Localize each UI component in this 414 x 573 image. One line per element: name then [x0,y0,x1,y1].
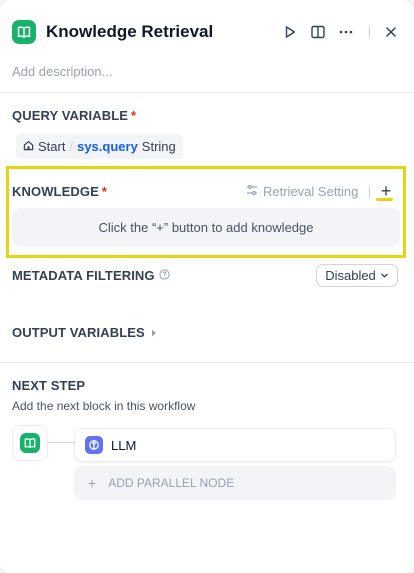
book-icon [20,433,40,453]
more-icon[interactable] [335,21,357,43]
next-step-label: NEXT STEP [12,378,86,393]
add-parallel-node-button[interactable]: + ADD PARALLEL NODE [74,466,396,500]
knowledge-separator [369,185,370,199]
required-mark: * [101,184,108,199]
metadata-filtering-value: Disabled [325,268,376,283]
settings-sliders-icon [246,184,258,199]
llm-icon [85,436,103,454]
retrieval-setting-label: Retrieval Setting [263,184,359,199]
chevron-down-icon [380,268,389,283]
divider [0,362,414,363]
connector-line [48,442,74,443]
add-parallel-node-label: ADD PARALLEL NODE [108,476,235,490]
next-node-llm[interactable]: LLM [74,428,396,462]
home-icon [23,139,34,154]
help-icon[interactable] [159,268,170,283]
add-button-highlight [376,198,393,201]
next-step-description: Add the next block in this workflow [12,399,196,413]
node-panel: Knowledge Retrieval Add description... Q… [0,0,414,573]
query-variable-label: QUERY VARIABLE * [12,108,136,123]
metadata-filtering-select[interactable]: Disabled [316,264,398,287]
query-variable-chip[interactable]: Start / sys.query String [16,134,183,159]
panel-header: Knowledge Retrieval [12,19,402,45]
var-name: sys.query [77,139,138,154]
plus-icon: + [88,475,97,491]
caret-right-icon [151,325,157,340]
var-separator: / [69,139,74,154]
header-separator [369,25,370,39]
metadata-filtering-label: METADATA FILTERING [12,268,170,283]
split-view-icon[interactable] [307,21,329,43]
var-source-node: Start [38,139,66,154]
metadata-filtering-label-text: METADATA FILTERING [12,268,155,283]
play-icon[interactable] [279,21,301,43]
node-title[interactable]: Knowledge Retrieval [46,22,213,42]
output-variables-toggle[interactable]: OUTPUT VARIABLES [12,325,157,340]
knowledge-label-text: KNOWLEDGE [12,184,99,199]
divider [0,92,414,93]
var-type: String [141,139,176,154]
knowledge-label: KNOWLEDGE * [12,184,107,199]
book-icon [12,20,36,44]
output-variables-label: OUTPUT VARIABLES [12,325,145,340]
header-actions [273,19,402,45]
description-input[interactable]: Add description... [12,64,112,79]
close-icon[interactable] [380,21,402,43]
next-node-name: LLM [111,437,137,453]
query-variable-label-text: QUERY VARIABLE [12,108,129,123]
knowledge-empty-state: Click the “+” button to add knowledge [12,208,400,246]
retrieval-setting-button[interactable]: Retrieval Setting [246,184,358,199]
required-mark: * [131,108,137,123]
current-node-icon [12,425,48,461]
